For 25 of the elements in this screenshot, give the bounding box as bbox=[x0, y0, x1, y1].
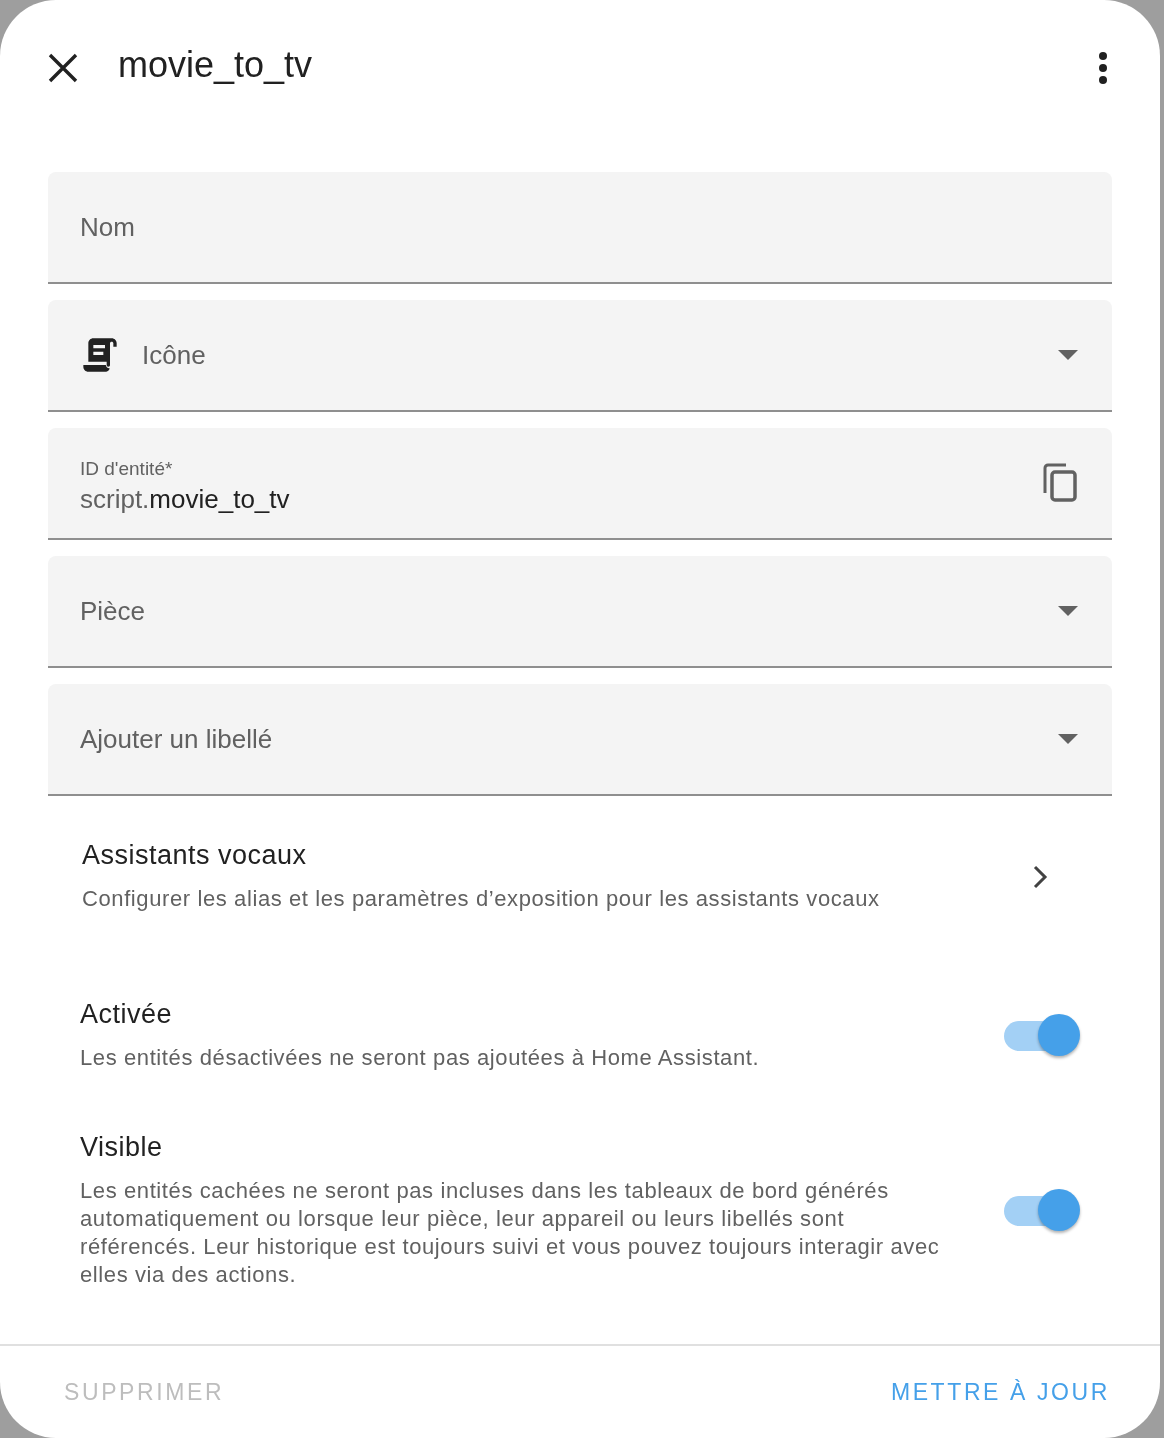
icon-picker-field[interactable]: Icône bbox=[48, 300, 1112, 412]
voice-assistants-description: Configurer les alias et les paramètres d’exposition pour les assistants vocaux bbox=[82, 885, 881, 913]
script-icon bbox=[80, 335, 120, 375]
setting-description: Les entités désactivées ne seront pas ajoutées à Home Assistant. bbox=[80, 1044, 761, 1072]
toggle-switch[interactable] bbox=[1004, 1187, 1080, 1234]
setting-description: Les entités cachées ne seront pas incluses dans les tableaux de bord générés automatiquement ou lorsque leur pièce, leur appareil ou leurs libellés sont référencés. Leur historique est toujours suivi et vous pouvez toujours interagir avec elles via des actions. bbox=[80, 1177, 941, 1289]
entity-id-field[interactable]: ID d'entité* script.movie_to_tv bbox=[48, 428, 1112, 540]
name-field[interactable]: Nom bbox=[48, 172, 1112, 284]
setting-title: Visible bbox=[80, 1132, 164, 1163]
field-value: script.movie_to_tv bbox=[80, 483, 291, 515]
close-icon[interactable] bbox=[48, 53, 78, 83]
select-field[interactable]: Ajouter un libellé bbox=[48, 684, 1112, 796]
copy-icon[interactable] bbox=[1042, 463, 1078, 503]
voice-assistants-title[interactable]: Assistants vocaux bbox=[82, 840, 1008, 871]
update-button[interactable]: METTRE À JOUR bbox=[890, 1378, 1110, 1406]
toggle-switch[interactable] bbox=[1004, 1012, 1080, 1059]
dialog-title: movie_to_tv bbox=[118, 44, 314, 86]
dropdown-caret-icon[interactable] bbox=[1058, 350, 1078, 360]
field-label: ID d'entité* bbox=[80, 457, 174, 480]
setting-title: Activée bbox=[80, 999, 174, 1030]
more-menu-icon[interactable] bbox=[1098, 51, 1108, 85]
dropdown-caret-icon[interactable] bbox=[1058, 606, 1078, 616]
select-field[interactable]: Pièce bbox=[48, 556, 1112, 668]
dropdown-caret-icon[interactable] bbox=[1058, 734, 1078, 744]
chevron-right-icon[interactable] bbox=[1032, 864, 1048, 889]
